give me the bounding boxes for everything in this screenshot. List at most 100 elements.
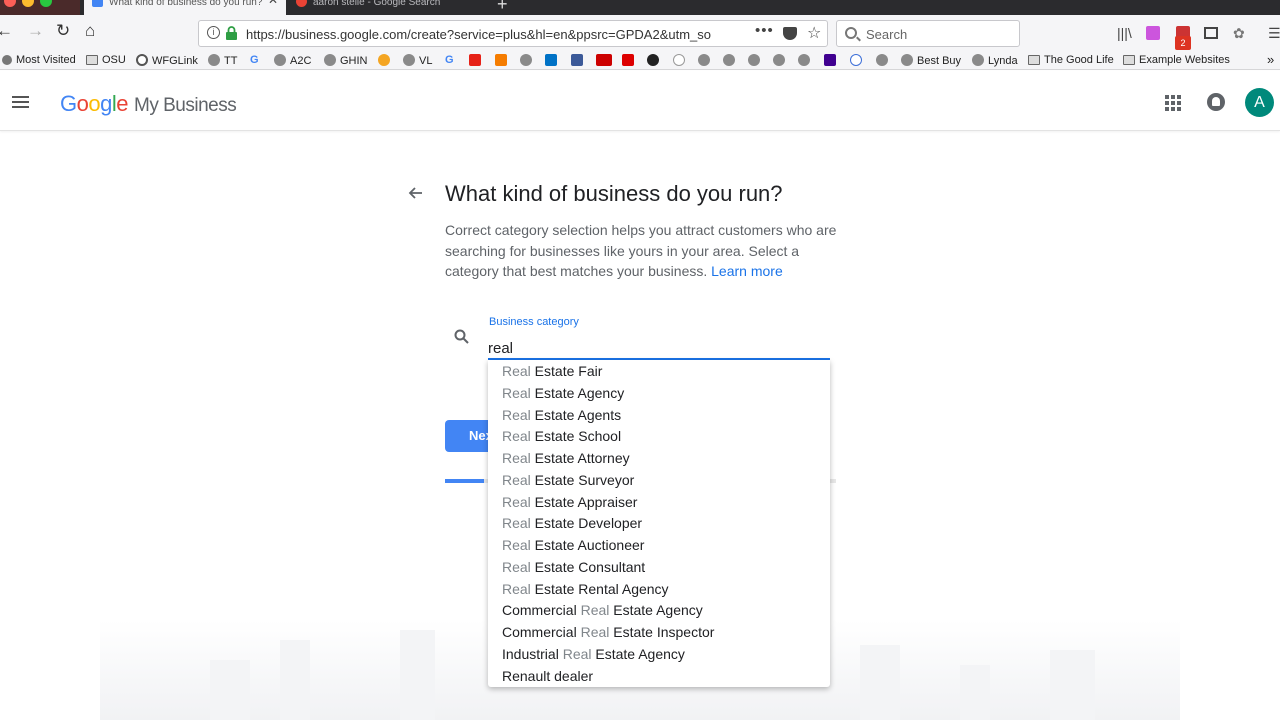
folder-icon <box>1028 55 1040 65</box>
tab-title: aaron stelle - Google Search <box>313 0 441 8</box>
bookmark-globe[interactable] <box>520 54 536 67</box>
bookmark-osu[interactable]: OSU <box>86 54 126 66</box>
google-bookmark-icon[interactable]: G <box>445 54 454 66</box>
suggestion-text: Estate Inspector <box>609 624 715 640</box>
suggestion-item[interactable]: Real Estate Developer <box>488 513 830 535</box>
google-bookmark-icon[interactable]: G <box>250 54 259 66</box>
apps-grid-icon[interactable] <box>1165 95 1181 111</box>
url-text[interactable]: https://business.google.com/create?servi… <box>246 27 726 42</box>
bookmark-vl[interactable]: VL <box>403 54 432 67</box>
globe-icon <box>403 54 415 66</box>
bookmark-outlook[interactable] <box>545 54 561 67</box>
bookmark-shield[interactable] <box>378 54 394 67</box>
back-nav-icon[interactable]: ← <box>0 21 13 41</box>
globe-icon <box>876 54 888 66</box>
amazon-icon <box>673 54 685 66</box>
suggestion-item[interactable]: Real Estate Fair <box>488 361 830 383</box>
addon-icon[interactable]: ✿ <box>1233 25 1245 42</box>
notifications-icon[interactable] <box>1207 93 1225 111</box>
suggestion-item[interactable]: Real Estate Rental Agency <box>488 579 830 601</box>
bookmark-facebook[interactable] <box>571 54 587 67</box>
bookmark-espn[interactable] <box>622 54 638 67</box>
bookmark-globe[interactable] <box>876 54 892 67</box>
bookmark-globe[interactable] <box>723 54 739 67</box>
bookmark-cnn[interactable] <box>596 54 616 67</box>
address-bar[interactable]: i https://business.google.com/create?ser… <box>198 20 828 47</box>
zoom-window-icon[interactable] <box>40 0 52 7</box>
menu-icon[interactable]: ☰ <box>1268 25 1280 42</box>
back-arrow-icon[interactable] <box>406 183 426 203</box>
suggestion-match: Real <box>580 624 610 640</box>
suggestion-item[interactable]: Industrial Real Estate Agency <box>488 644 830 666</box>
forward-nav-icon[interactable]: → <box>27 21 44 41</box>
bookmark-lynda[interactable]: Lynda <box>972 54 1018 67</box>
bookmark-globe[interactable] <box>698 54 714 67</box>
search-icon <box>454 329 469 344</box>
bookmark-star-icon[interactable]: ☆ <box>807 23 821 43</box>
library-icon[interactable]: |||\ <box>1117 25 1132 41</box>
suggestion-match: Real <box>502 471 531 488</box>
sidebar-icon[interactable] <box>1204 27 1218 39</box>
suggestion-text: Estate Developer <box>530 515 643 532</box>
suggestion-item[interactable]: Commercial Real Estate Inspector <box>488 622 830 644</box>
chart-icon <box>495 54 507 66</box>
bookmark-globe[interactable] <box>798 54 814 67</box>
bookmark-most-visited[interactable]: Most Visited <box>2 54 76 66</box>
suggestion-item[interactable]: Real Estate Agents <box>488 405 830 427</box>
suggestion-text: Estate Agency <box>591 645 685 662</box>
chevron-right-icon[interactable]: » <box>1267 52 1274 67</box>
bookmark-the-good-life[interactable]: The Good Life <box>1028 54 1114 66</box>
bookmark-example-websites[interactable]: Example Websites <box>1123 54 1230 66</box>
suggestion-item[interactable]: Real Estate Surveyor <box>488 470 830 492</box>
learn-more-link[interactable]: Learn more <box>711 263 783 279</box>
suggestion-item[interactable]: Real Estate Agency <box>488 383 830 405</box>
browser-search-box[interactable]: Search <box>836 20 1020 47</box>
pocket-icon[interactable] <box>783 27 797 40</box>
suggestion-item[interactable]: Real Estate Consultant <box>488 557 830 579</box>
reload-icon[interactable]: ↻ <box>56 21 70 41</box>
suggestion-text: Estate Rental Agency <box>530 580 669 597</box>
suggestion-item[interactable]: Real Estate Appraiser <box>488 492 830 514</box>
b-circle-icon <box>850 54 862 66</box>
tab-google-search[interactable]: aaron stelle - Google Search <box>288 0 486 15</box>
bookmark-b[interactable] <box>850 54 866 67</box>
suggestion-match: Real <box>562 645 592 662</box>
suggestion-item[interactable]: Real Estate Attorney <box>488 448 830 470</box>
suggestion-item[interactable]: Commercial Real Estate Agency <box>488 600 830 622</box>
suggestion-item[interactable]: Renault dealer <box>488 666 830 688</box>
progress-fill <box>445 479 485 483</box>
suggestion-item[interactable]: Real Estate Auctioneer <box>488 535 830 557</box>
folder-icon <box>86 55 98 65</box>
bookmark-wfglink[interactable]: WFGLink <box>136 54 198 67</box>
google-my-business-logo[interactable]: Google My Business <box>60 91 237 117</box>
bookmark-globe[interactable] <box>773 54 789 67</box>
close-tab-icon[interactable]: ✕ <box>268 0 278 6</box>
suggestion-match: Real <box>502 558 531 575</box>
suggestion-item[interactable]: Real Estate School <box>488 426 830 448</box>
bookmark-amazon[interactable] <box>673 54 689 67</box>
avatar[interactable]: A <box>1245 88 1274 117</box>
bookmark-circle[interactable] <box>647 54 663 67</box>
bookmark-yahoo[interactable] <box>824 54 840 67</box>
site-info-icon[interactable]: i <box>207 26 220 39</box>
hamburger-menu-icon[interactable] <box>12 96 29 108</box>
close-window-icon[interactable] <box>4 0 16 7</box>
page-actions-icon[interactable]: ••• <box>755 22 774 39</box>
tab-active[interactable]: What kind of business do you run? ✕ <box>84 0 286 15</box>
espn-icon <box>622 54 634 66</box>
extension-icon[interactable] <box>1146 26 1160 40</box>
bookmark-a2c[interactable]: A2C <box>274 54 311 67</box>
bookmark-youtube[interactable] <box>469 54 485 67</box>
globe-icon <box>324 54 336 66</box>
suggestion-match: Real <box>502 515 531 532</box>
business-category-input[interactable] <box>488 338 830 360</box>
bookmark-globe[interactable] <box>748 54 764 67</box>
suggestion-match: Real <box>502 537 531 553</box>
new-tab-icon[interactable]: + <box>497 0 508 15</box>
bookmark-tt[interactable]: TT <box>208 54 237 67</box>
bookmark-ghin[interactable]: GHIN <box>324 54 368 67</box>
home-icon[interactable]: ⌂ <box>85 21 95 41</box>
bookmark-chart[interactable] <box>495 54 511 67</box>
bookmark-best-buy[interactable]: Best Buy <box>901 54 961 67</box>
minimize-window-icon[interactable] <box>22 0 34 7</box>
